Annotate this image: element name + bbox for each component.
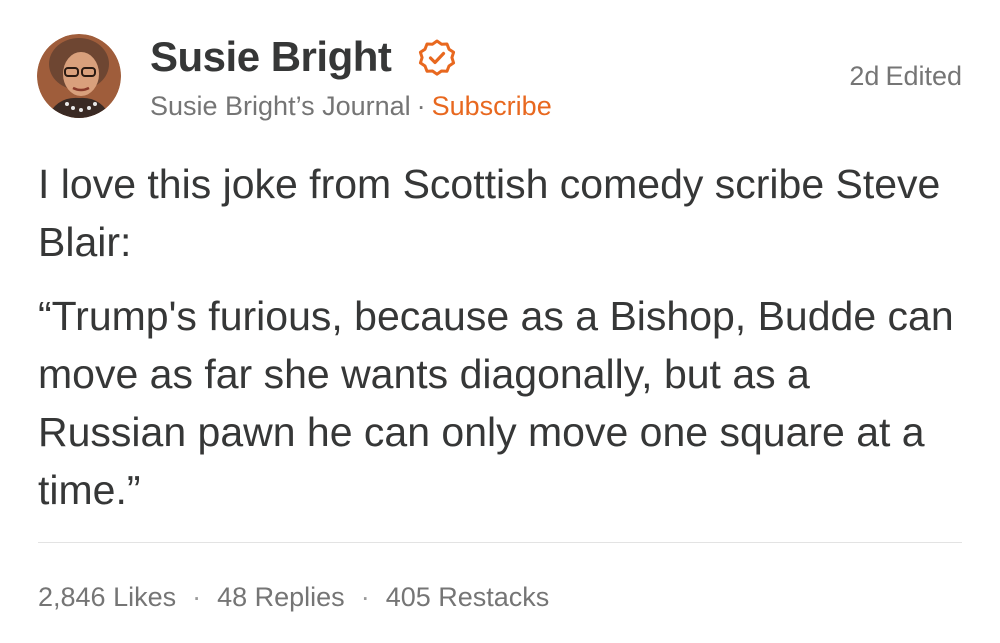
post-body: I love this joke from Scottish comedy sc… (38, 155, 968, 535)
likes-count[interactable]: 2,846 Likes (38, 582, 176, 612)
verified-badge-icon (418, 39, 456, 76)
separator-dot: · (416, 91, 426, 121)
post-paragraph: I love this joke from Scottish comedy sc… (38, 161, 941, 265)
replies-count[interactable]: 48 Replies (217, 582, 345, 612)
subscribe-link[interactable]: Subscribe (432, 91, 552, 121)
publication-line: Susie Bright’s Journal · Subscribe (150, 90, 552, 122)
publication-name[interactable]: Susie Bright’s Journal (150, 91, 411, 121)
restacks-count[interactable]: 405 Restacks (386, 582, 550, 612)
divider (38, 542, 962, 543)
separator-dot: · (360, 582, 370, 612)
edited-label: Edited (885, 61, 962, 91)
post-paragraph: “Trump's furious, because as a Bishop, B… (38, 293, 954, 513)
separator-dot: · (192, 582, 202, 612)
post-age: 2d (849, 61, 880, 91)
post-meta: 2d Edited (849, 60, 962, 92)
post-stats: 2,846 Likes · 48 Replies · 405 Restacks (38, 580, 549, 614)
avatar[interactable] (37, 34, 121, 118)
author-name[interactable]: Susie Bright (150, 32, 392, 82)
